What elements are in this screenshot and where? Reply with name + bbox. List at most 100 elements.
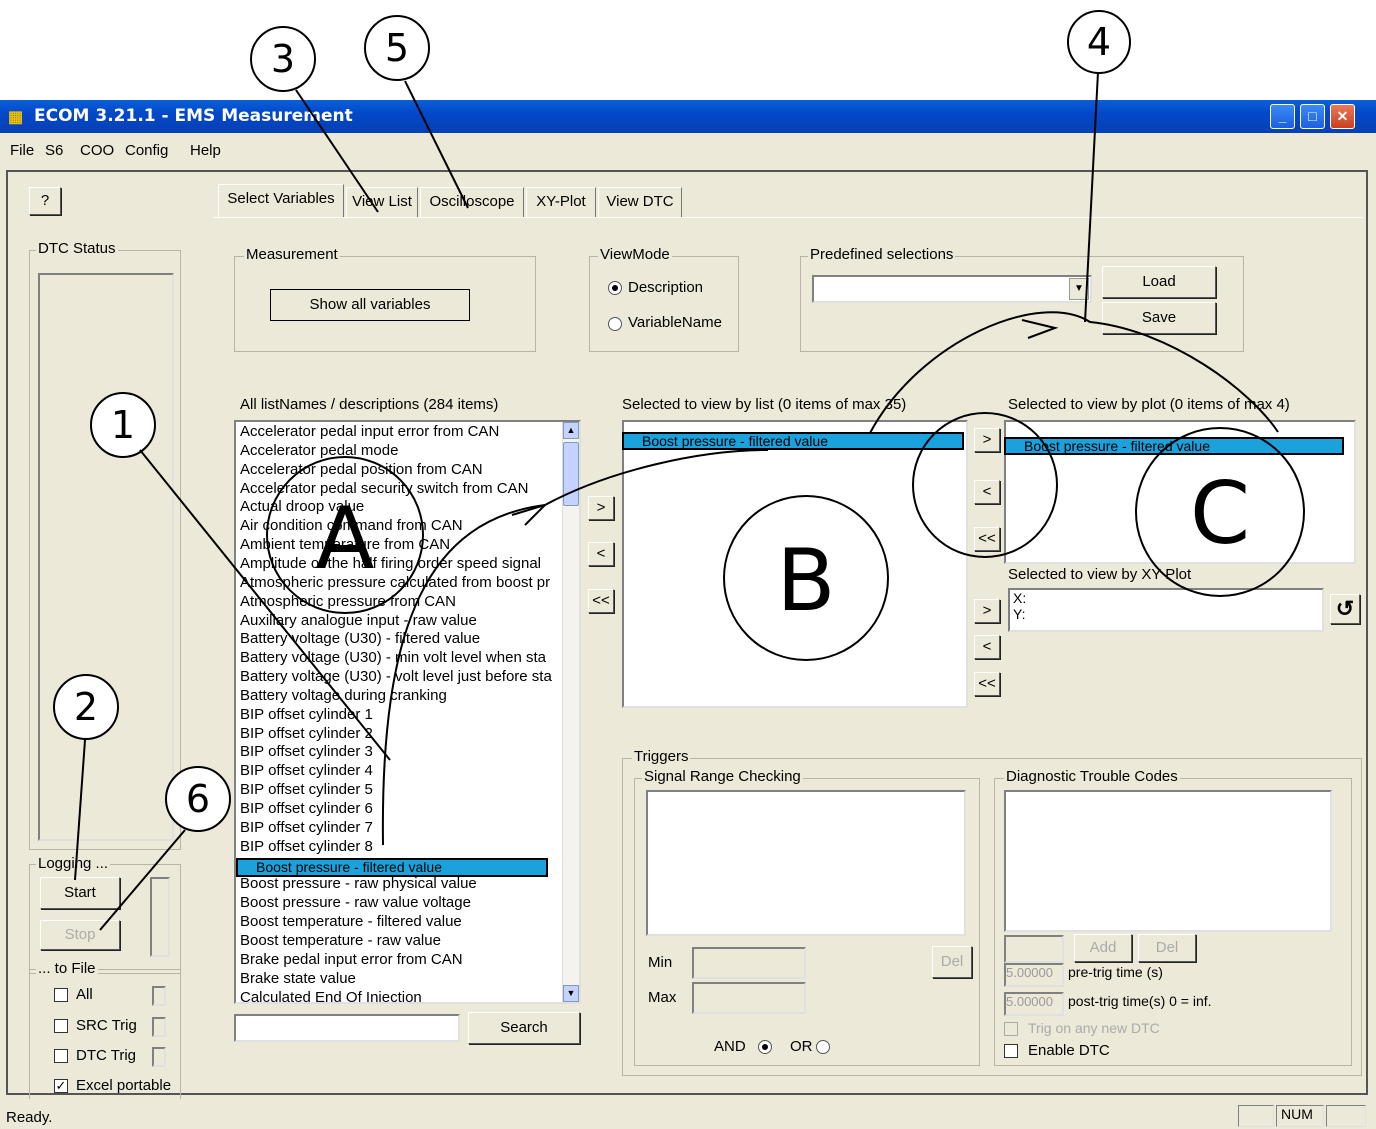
variablename-radio[interactable] (608, 317, 622, 331)
dtc-trig-checkbox[interactable] (54, 1049, 68, 1063)
dtc-status-label: DTC Status (36, 240, 118, 257)
list-item[interactable]: Ambient temperature from CAN (240, 536, 556, 554)
list-item[interactable]: Atmospheric pressure from CAN (240, 593, 556, 611)
trig-any-dtc-label: Trig on any new DTC (1028, 1020, 1160, 1036)
list-item[interactable]: BIP offset cylinder 6 (240, 800, 556, 818)
plot-selected-item[interactable]: Boost pressure - filtered value (1004, 437, 1344, 455)
list-item[interactable]: Calculated End Of Injection (240, 989, 556, 1003)
tab-select-variables[interactable]: Select Variables (218, 184, 344, 217)
menu-s6[interactable]: S6 (45, 142, 63, 159)
title-bar[interactable]: ▦ ECOM 3.21.1 - EMS Measurement _ □ ✕ (0, 100, 1376, 133)
min-field[interactable] (692, 947, 806, 979)
show-all-variables-button[interactable]: Show all variables (270, 289, 470, 321)
list-selected-item[interactable]: Boost pressure - filtered value (622, 432, 964, 450)
tab-xy-plot[interactable]: XY-Plot (526, 187, 596, 217)
tab-oscilloscope[interactable]: Oscilloscope (420, 187, 524, 217)
dtc-list[interactable] (1004, 790, 1332, 932)
list-item[interactable]: BIP offset cylinder 5 (240, 781, 556, 799)
list-item[interactable]: Boost pressure - raw value voltage (240, 894, 556, 912)
search-input[interactable] (234, 1014, 460, 1042)
menu-coo[interactable]: COO (80, 142, 114, 159)
and-radio[interactable] (758, 1040, 772, 1054)
maximize-button[interactable]: □ (1300, 104, 1325, 129)
scrollbar[interactable]: ▲ ▼ (562, 422, 579, 1002)
list-item[interactable]: Accelerator pedal input error from CAN (240, 423, 556, 441)
excel-portable-checkbox[interactable]: ✓ (54, 1079, 68, 1093)
list-item[interactable]: Atmospheric pressure calculated from boo… (240, 574, 556, 592)
list-item[interactable]: BIP offset cylinder 1 (240, 706, 556, 724)
all-variables-list[interactable]: Accelerator pedal input error from CAN Ac… (234, 420, 581, 1004)
chevron-down-icon[interactable]: ▼ (1069, 278, 1089, 300)
pre-trig-field[interactable]: 5.00000 (1004, 963, 1064, 987)
remove-all-from-xy-button[interactable]: << (974, 672, 1000, 696)
tab-view-dtc[interactable]: View DTC (598, 187, 682, 217)
list-item[interactable]: Battery voltage (U30) - volt level just … (240, 668, 556, 686)
help-button[interactable]: ? (29, 187, 61, 215)
pre-trig-label: pre-trig time (s) (1068, 964, 1163, 980)
or-radio[interactable] (816, 1040, 830, 1054)
menu-config[interactable]: Config (125, 142, 168, 159)
list-item[interactable]: Accelerator pedal position from CAN (240, 461, 556, 479)
list-item[interactable]: Accelerator pedal mode (240, 442, 556, 460)
signal-range-list[interactable] (646, 790, 966, 936)
add-to-xy-button[interactable]: > (974, 599, 1000, 623)
list-selection-box[interactable] (622, 420, 968, 708)
add-to-plot-button[interactable]: > (974, 428, 1000, 452)
list-item[interactable]: BIP offset cylinder 4 (240, 762, 556, 780)
signal-range-del-button[interactable]: Del (932, 946, 972, 978)
remove-from-list-button[interactable]: < (588, 542, 614, 566)
plot-selection-header: Selected to view by plot (0 items of max… (1008, 396, 1290, 413)
predefined-dropdown[interactable]: ▼ (812, 275, 1092, 303)
list-item[interactable]: BIP offset cylinder 3 (240, 743, 556, 761)
dtc-trig-indicator (152, 1047, 166, 1067)
search-button[interactable]: Search (468, 1012, 580, 1044)
list-item[interactable]: Battery voltage (U30) - filtered value (240, 630, 556, 648)
list-item[interactable]: Boost pressure - raw physical value (240, 875, 556, 893)
remove-all-from-plot-button[interactable]: << (974, 527, 1000, 551)
dtc-del-button[interactable]: Del (1138, 934, 1196, 962)
scroll-up-icon[interactable]: ▲ (563, 422, 579, 439)
dtc-code-field[interactable] (1004, 935, 1064, 963)
max-field[interactable] (692, 982, 806, 1014)
scroll-thumb[interactable] (563, 442, 579, 506)
list-item[interactable]: Air condition command from CAN (240, 517, 556, 535)
list-item[interactable]: Accelerator pedal security switch from C… (240, 480, 556, 498)
list-item[interactable]: Boost temperature - raw value (240, 932, 556, 950)
remove-from-xy-button[interactable]: < (974, 635, 1000, 659)
scroll-down-icon[interactable]: ▼ (563, 985, 579, 1002)
xy-selection-box[interactable]: X: Y: (1008, 588, 1324, 632)
close-button[interactable]: ✕ (1330, 104, 1355, 129)
list-item[interactable]: Amplitude of the half firing order speed… (240, 555, 556, 573)
remove-from-plot-button[interactable]: < (974, 480, 1000, 504)
list-item[interactable]: Actual droop value (240, 498, 556, 516)
list-item[interactable]: Auxiliary analogue input - raw value (240, 612, 556, 630)
remove-all-from-list-button[interactable]: << (588, 589, 614, 613)
list-item[interactable]: Battery voltage (U30) - min volt level w… (240, 649, 556, 667)
status-pane-1 (1238, 1105, 1274, 1127)
add-to-list-button[interactable]: > (588, 496, 614, 520)
post-trig-field[interactable]: 5.00000 (1004, 992, 1064, 1016)
all-checkbox[interactable] (54, 988, 68, 1002)
save-button[interactable]: Save (1102, 302, 1216, 334)
src-trig-checkbox[interactable] (54, 1019, 68, 1033)
list-item[interactable]: Boost temperature - filtered value (240, 913, 556, 931)
dtc-add-button[interactable]: Add (1074, 934, 1132, 962)
list-item[interactable]: BIP offset cylinder 2 (240, 725, 556, 743)
menu-file[interactable]: File (10, 142, 34, 159)
list-item[interactable]: Brake pedal input error from CAN (240, 951, 556, 969)
menu-help[interactable]: Help (190, 142, 221, 159)
list-item[interactable]: BIP offset cylinder 8 (240, 838, 556, 856)
list-item-selected[interactable]: Boost pressure - filtered value (236, 857, 548, 877)
list-item[interactable]: BIP offset cylinder 7 (240, 819, 556, 837)
start-button[interactable]: Start (40, 877, 120, 909)
description-radio[interactable] (608, 281, 622, 295)
tab-view-list[interactable]: View List (346, 187, 418, 217)
minimize-button[interactable]: _ (1270, 104, 1295, 129)
stop-button[interactable]: Stop (40, 920, 120, 950)
trig-any-dtc-checkbox[interactable] (1004, 1022, 1018, 1036)
rotate-icon[interactable]: ↺ (1330, 594, 1360, 624)
load-button[interactable]: Load (1102, 266, 1216, 298)
list-item[interactable]: Brake state value (240, 970, 556, 988)
list-item[interactable]: Battery voltage during cranking (240, 687, 556, 705)
enable-dtc-checkbox[interactable] (1004, 1044, 1018, 1058)
